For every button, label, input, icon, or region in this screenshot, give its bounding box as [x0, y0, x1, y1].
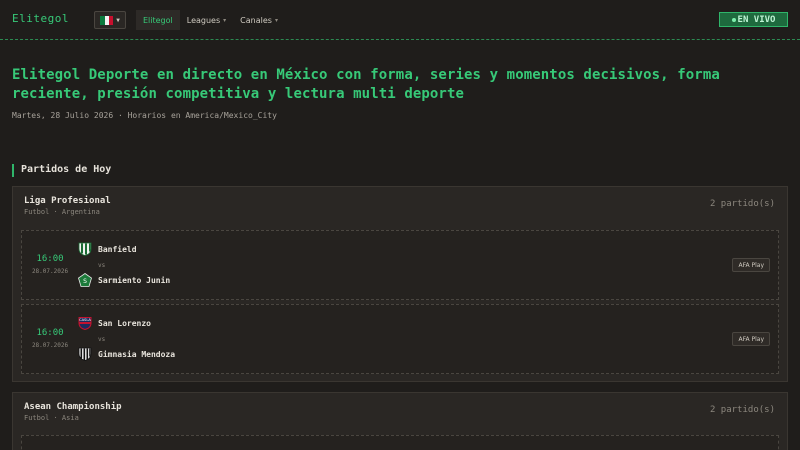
team-name: Gimnasia Mendoza	[98, 349, 176, 359]
nav-item-canales[interactable]: Canales ▾	[233, 10, 285, 30]
league-match-count: 2 partido(s)	[709, 199, 775, 209]
svg-text:S: S	[83, 278, 87, 285]
league-card: Asean Championship Futbol · Asia 2 parti…	[12, 392, 788, 450]
mexico-flag-icon	[100, 15, 114, 25]
vs-label: vs	[98, 262, 106, 269]
brand-logo[interactable]: Elitegol	[12, 12, 69, 25]
vs-label: vs	[98, 336, 106, 343]
home-team: Banfield	[78, 242, 137, 256]
match-time: 16:00	[36, 254, 64, 264]
chevron-down-icon: ▾	[274, 16, 278, 24]
banfield-crest-icon	[78, 242, 92, 256]
svg-text:CASLA: CASLA	[79, 318, 91, 322]
live-button[interactable]: EN VIVO	[719, 12, 788, 27]
team-name: Sarmiento Junin	[98, 275, 171, 285]
match-row[interactable]: 16:00 28.07.2026 CASLA San Lorenzo vs Gi…	[21, 304, 779, 374]
live-dot-icon	[731, 17, 736, 22]
page-title: Elitegol Deporte en directo en México co…	[12, 67, 720, 102]
match-date: 28.07.2026	[31, 268, 69, 275]
league-match-count: 2 partido(s)	[709, 405, 775, 415]
nav-item-label: Leagues	[186, 15, 221, 25]
team-name: San Lorenzo	[98, 318, 151, 328]
section-accent-bar	[12, 164, 14, 177]
san-lorenzo-crest-icon: CASLA	[78, 317, 92, 330]
nav-item-label: Elitegol	[143, 15, 173, 25]
language-selector[interactable]: ▼	[94, 11, 126, 29]
match-time: 16:00	[36, 328, 64, 338]
section-title: Partidos de Hoy	[21, 164, 112, 175]
home-team: CASLA San Lorenzo	[78, 316, 151, 330]
match-row[interactable]	[21, 435, 779, 450]
nav-item-label: Canales	[240, 15, 272, 25]
league-meta: Futbol · Asia	[24, 414, 79, 422]
live-button-label: EN VIVO	[737, 14, 776, 25]
away-team: S Sarmiento Junin	[78, 273, 170, 287]
main-nav: Elitegol Leagues ▾ Canales ▾	[136, 10, 285, 30]
league-meta: Futbol · Argentina	[24, 208, 100, 216]
away-team: Gimnasia Mendoza	[78, 347, 175, 361]
league-card: Liga Profesional Futbol · Argentina 2 pa…	[12, 186, 788, 382]
channel-badge[interactable]: AFA Play	[732, 258, 770, 272]
chevron-down-icon: ▼	[116, 16, 120, 24]
match-date: 28.07.2026	[31, 342, 69, 349]
nav-item-leagues[interactable]: Leagues ▾	[180, 10, 233, 30]
page-subtitle: Martes, 28 Julio 2026 · Horarios en Amer…	[12, 111, 277, 120]
sarmiento-crest-icon: S	[78, 273, 92, 287]
league-name[interactable]: Liga Profesional	[24, 196, 111, 206]
gimnasia-mendoza-crest-icon	[78, 347, 92, 361]
match-row[interactable]: 16:00 28.07.2026 Banfield vs S Sarmiento…	[21, 230, 779, 300]
team-name: Banfield	[98, 244, 137, 254]
channel-badge[interactable]: AFA Play	[732, 332, 770, 346]
top-bar: Elitegol ▼ Elitegol Leagues ▾ Canales ▾ …	[0, 0, 800, 40]
league-name[interactable]: Asean Championship	[24, 402, 122, 412]
nav-item-elitegol[interactable]: Elitegol	[136, 10, 180, 30]
chevron-down-icon: ▾	[223, 16, 227, 24]
